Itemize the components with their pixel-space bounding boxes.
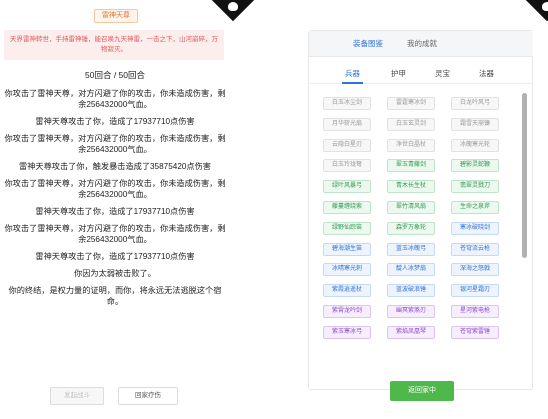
equipment-item[interactable]: 白玉冰尘剑	[323, 97, 371, 110]
boss-description: 天界雷神转世，手持雷神锤，能召唤九天神雷，一击之下，山河崩碎，万物寂灭。	[4, 30, 224, 60]
gallery-panel: 装备图鉴 我的成就 兵器 护甲 灵宝 法器 白玉冰尘剑 雷霆寒冰剑 白龙吟风弓月华斩…	[308, 30, 533, 390]
equipment-item[interactable]: 碧海潮生笛	[323, 242, 371, 256]
equipment-item[interactable]: 翠竹清风扇	[387, 201, 435, 214]
equipment-item[interactable]: 云隐白星刃	[323, 138, 371, 152]
equipment-item[interactable]: 生命之泉斧	[451, 201, 499, 214]
boss-name-tag: 雷神天尊	[94, 9, 138, 23]
log-line: 你攻击了雷神天尊，对方闪避了你的攻击，你未造成伤害，剩余256432000气血。	[4, 224, 226, 244]
equipment-item[interactable]: 紫玉寒冰弓	[323, 325, 371, 339]
equipment-item[interactable]: 紫霞逍遥杖	[323, 284, 371, 298]
battle-panel: 雷神天尊 天界雷神转世，手持雷神锤，能召唤九天神雷，一击之下，山河崩碎，万物寂灭…	[0, 0, 232, 419]
equipment-item[interactable]: 白龙吟风弓	[451, 97, 499, 110]
equipment-item[interactable]: 净世白晶杖	[387, 138, 435, 152]
equipment-item[interactable]: 蓝玉冰魄弓	[387, 242, 435, 256]
equipment-item[interactable]: 翠玉青藤剑	[387, 159, 435, 173]
equipment-item[interactable]: 靛人冰梦扇	[387, 263, 435, 277]
gallery-tabs: 装备图鉴 我的成就	[309, 31, 533, 57]
tab-equipment-gallery[interactable]: 装备图鉴	[353, 37, 383, 51]
subtab-magic-tool[interactable]: 法器	[479, 68, 494, 79]
cat-icon	[228, 2, 238, 11]
equipment-item[interactable]: 紫焰凤凰琴	[387, 325, 435, 339]
log-line: 雷神天尊攻击了你，造成了17937710点伤害	[35, 207, 195, 216]
log-line: 你攻击了雷神天尊，对方闪避了你的攻击，你未造成伤害，剩余256432000气血。	[4, 89, 226, 109]
equipment-item[interactable]: 碧影灵蛇鞭	[451, 159, 499, 173]
round-counter: 50回合 / 50回合	[85, 70, 145, 80]
equipment-item[interactable]: 苍穹流云枪	[451, 242, 499, 256]
log-line: 你因为太弱被击败了。	[74, 269, 156, 278]
equipment-item[interactable]: 苍穹紫雷锤	[451, 325, 499, 339]
equipment-item[interactable]: 雷霆寒冰剑	[387, 97, 435, 110]
equipment-item[interactable]: 青木长生杖	[387, 180, 435, 194]
return-home-heal-button[interactable]: 回家疗伤	[118, 387, 178, 405]
battle-actions: 发起战斗 回家疗伤	[50, 387, 190, 405]
cat-icon	[542, 2, 548, 11]
equipment-item[interactable]: 月华斩光扇	[323, 117, 371, 131]
battle-log: 50回合 / 50回合 你攻击了雷神天尊，对方闪避了你的攻击，你未造成伤害，剩余…	[2, 70, 228, 313]
log-line: 你攻击了雷神天尊，对方闪避了你的攻击，你未造成伤害，剩余256432000气血。	[4, 134, 226, 154]
equipment-item[interactable]: 冰魄寒光轮	[451, 138, 499, 152]
log-line: 你攻击了雷神天尊，对方闪避了你的攻击，你未造成伤害，剩余256432000气血。	[4, 179, 226, 199]
equipment-item[interactable]: 银河星霜刃	[451, 284, 499, 298]
equipment-item[interactable]: 寒冰破晓剑	[451, 221, 499, 235]
equipment-item[interactable]: 翡翠灵戮刀	[451, 180, 499, 194]
equipment-item[interactable]: 冰晴寒光刺	[323, 263, 371, 277]
equipment-item[interactable]: 深海之怒戟	[451, 263, 499, 277]
subtab-spirit-treasure[interactable]: 灵宝	[435, 68, 450, 79]
equipment-item[interactable]: 森罗万象轮	[387, 221, 435, 235]
scrollbar[interactable]	[522, 93, 527, 258]
equipment-item[interactable]: 白玉玄灵剑	[387, 117, 435, 131]
equipment-item[interactable]: 星河紫电枪	[451, 305, 499, 318]
start-battle-button[interactable]: 发起战斗	[50, 387, 104, 405]
log-line: 你的终结，是权力量的证明，而你，将永远无法逃脱这个宿命。	[8, 286, 222, 306]
subtab-armor[interactable]: 护甲	[391, 68, 406, 79]
equipment-item[interactable]: 紫霄龙吟剑	[323, 305, 371, 318]
equipment-category-tabs: 兵器 护甲 灵宝 法器	[309, 66, 533, 84]
log-line: 雷神天尊攻击了你，触发暴击造成了35875420点伤害	[19, 162, 211, 171]
equipment-item[interactable]: 藤蔓缠绕索	[323, 201, 371, 214]
return-home-button[interactable]: 返回家中	[390, 381, 454, 401]
log-line: 雷神天尊攻击了你，造成了17937710点伤害	[35, 252, 195, 261]
log-line: 雷神天尊攻击了你，造成了17937710点伤害	[35, 117, 195, 126]
equipment-item[interactable]: 绿野仙踪笛	[323, 221, 371, 235]
equipment-item[interactable]: 霜雪天崩镰	[451, 117, 499, 131]
subtab-weapons[interactable]: 兵器	[342, 68, 363, 84]
equipment-item[interactable]: 幽冥紫煞刃	[387, 305, 435, 318]
equipment-item[interactable]: 蓝波破浪锤	[387, 284, 435, 298]
equipment-item[interactable]: 绿叶风暴弓	[323, 180, 371, 194]
tab-my-achievements[interactable]: 我的成就	[407, 37, 437, 51]
equipment-item[interactable]: 白玉玲珑弩	[323, 159, 371, 173]
